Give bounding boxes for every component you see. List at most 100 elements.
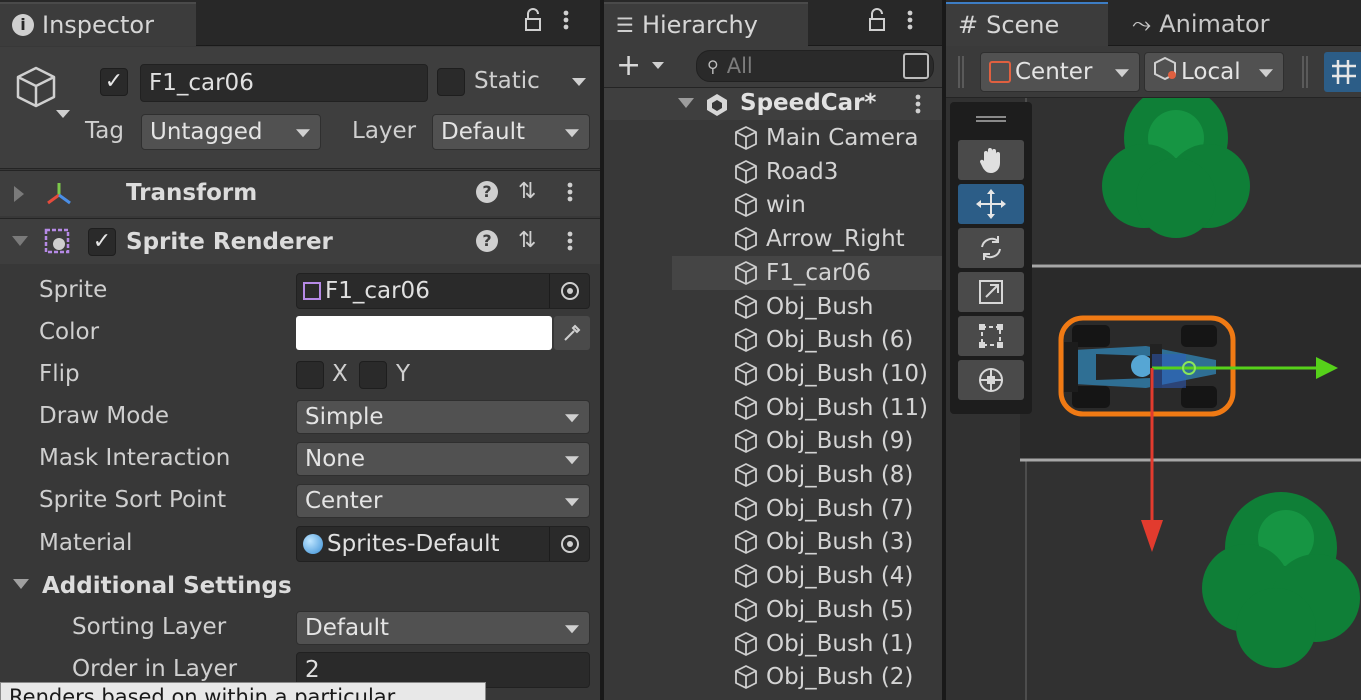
sprite-renderer-enabled-checkbox[interactable]: ✓ <box>88 228 116 256</box>
component-menu-icon[interactable] <box>566 229 574 259</box>
tab-animator[interactable]: ⤳ Animator <box>1132 2 1270 46</box>
flip-x-checkbox[interactable] <box>296 361 324 389</box>
pivot-space-dropdown[interactable]: Local <box>1144 52 1284 92</box>
hierarchy-item-label: Obj_Bush (5) <box>766 597 914 623</box>
hierarchy-item[interactable]: Obj_Bush (10) <box>604 357 942 391</box>
hierarchy-item[interactable]: Obj_Bush (3) <box>604 525 942 559</box>
more-options-icon[interactable] <box>562 8 570 38</box>
sprite-renderer-header[interactable]: ✓ Sprite Renderer ? ⇅ <box>0 218 600 264</box>
presets-icon[interactable]: ⇅ <box>518 228 536 253</box>
hierarchy-item[interactable]: Main Camera <box>604 121 942 155</box>
hierarchy-item[interactable]: Obj_Bush (8) <box>604 458 942 492</box>
grid-snapping-button[interactable] <box>1324 52 1361 92</box>
tab-inspector-label: Inspector <box>42 11 154 39</box>
tab-scene[interactable]: # Scene <box>946 2 1108 46</box>
help-icon[interactable]: ? <box>476 181 498 203</box>
hierarchy-item[interactable]: win <box>604 188 942 222</box>
color-label: Color <box>39 319 100 345</box>
flip-label: Flip <box>39 361 80 387</box>
hierarchy-panel: ☰ Hierarchy + ⚲ All SpeedCar* Main Camer… <box>604 0 942 700</box>
scale-tool-button[interactable] <box>958 272 1024 312</box>
hierarchy-item[interactable]: Obj_Bush (9) <box>604 424 942 458</box>
move-tool-button[interactable] <box>958 184 1024 224</box>
tab-animator-label: Animator <box>1159 10 1270 38</box>
transform-title: Transform <box>126 180 258 206</box>
local-space-icon <box>1153 56 1179 88</box>
tag-label: Tag <box>85 118 124 144</box>
hierarchy-item[interactable]: Obj_Bush (1) <box>604 627 942 661</box>
rotate-tool-button[interactable] <box>958 228 1024 268</box>
hierarchy-item[interactable]: Arrow_Right <box>604 222 942 256</box>
object-picker-icon[interactable] <box>549 274 589 308</box>
object-name-field[interactable]: F1_car06 <box>140 64 428 102</box>
hierarchy-item[interactable]: Road3 <box>604 155 942 189</box>
active-checkbox[interactable]: ✓ <box>100 68 128 96</box>
scene-menu-icon[interactable] <box>914 92 922 122</box>
hierarchy-item-label: win <box>766 192 806 218</box>
hierarchy-item[interactable]: Obj_Bush <box>604 290 942 324</box>
draw-mode-dropdown[interactable]: Simple <box>296 400 590 434</box>
tag-dropdown[interactable]: Untagged <box>141 114 321 150</box>
sprite-field[interactable]: F1_car06 <box>296 273 590 309</box>
hierarchy-item[interactable]: Obj_Bush (6) <box>604 323 942 357</box>
sprite-label: Sprite <box>39 277 108 303</box>
transform-tool-button[interactable] <box>958 360 1024 400</box>
component-menu-icon[interactable] <box>566 180 574 210</box>
help-icon[interactable]: ? <box>476 230 498 252</box>
eyedropper-icon[interactable] <box>554 316 590 350</box>
gameobject-icon <box>735 193 757 217</box>
foldout-expanded-icon[interactable] <box>13 579 29 589</box>
add-dropdown-icon[interactable] <box>652 62 664 69</box>
unity-scene-icon <box>704 92 730 124</box>
pivot-center-icon <box>989 61 1011 83</box>
hierarchy-item[interactable]: Obj_Bush (5) <box>604 593 942 627</box>
flip-x-label: X <box>332 361 348 387</box>
layer-dropdown[interactable]: Default <box>432 114 590 150</box>
static-checkbox[interactable] <box>437 68 465 96</box>
hierarchy-item-label: Obj_Bush (8) <box>766 462 914 488</box>
sort-point-dropdown[interactable]: Center <box>296 484 590 518</box>
hierarchy-tab-tools <box>868 8 914 38</box>
hierarchy-item[interactable]: Obj_Bush (2) <box>604 660 942 694</box>
tab-inspector[interactable]: i Inspector <box>0 2 196 46</box>
animator-icon: ⤳ <box>1132 10 1152 38</box>
inspector-tab-tools <box>524 8 570 38</box>
foldout-expanded-icon[interactable] <box>678 98 694 108</box>
order-in-layer-value: 2 <box>305 657 320 683</box>
presets-icon[interactable]: ⇅ <box>518 179 536 204</box>
hierarchy-item[interactable]: F1_car06 <box>672 256 942 290</box>
foldout-expanded-icon[interactable] <box>12 236 28 246</box>
color-swatch[interactable] <box>296 316 552 350</box>
flip-y-checkbox[interactable] <box>359 361 387 389</box>
pivot-mode-dropdown[interactable]: Center <box>980 52 1140 92</box>
mask-interaction-dropdown[interactable]: None <box>296 442 590 476</box>
lock-icon[interactable] <box>524 8 542 38</box>
foldout-collapsed-icon[interactable] <box>14 186 24 202</box>
hierarchy-item[interactable]: Obj_Bush (11) <box>604 391 942 425</box>
gameobject-icon[interactable] <box>14 64 72 128</box>
gameobject-icon <box>735 362 757 386</box>
tooltip: Renders based on within a particular <box>0 682 486 700</box>
sorting-layer-dropdown[interactable]: Default <box>296 611 590 645</box>
lock-icon[interactable] <box>868 8 886 38</box>
hierarchy-item[interactable]: Obj_Bush (7) <box>604 492 942 526</box>
draw-mode-value: Simple <box>305 404 384 430</box>
hierarchy-search-input[interactable]: ⚲ All <box>696 50 934 82</box>
hierarchy-tabbar: ☰ Hierarchy <box>604 0 942 46</box>
material-field[interactable]: Sprites-Default <box>296 526 590 562</box>
tab-hierarchy[interactable]: ☰ Hierarchy <box>604 2 808 46</box>
more-options-icon[interactable] <box>906 8 914 38</box>
hand-tool-button[interactable] <box>958 140 1024 180</box>
expand-search-icon[interactable] <box>903 53 929 79</box>
tab-scene-label: Scene <box>986 11 1060 39</box>
static-dropdown-icon[interactable] <box>572 78 586 86</box>
rect-tool-button[interactable] <box>958 316 1024 356</box>
scene-name: SpeedCar* <box>740 90 877 116</box>
transform-header[interactable]: Transform ? ⇅ <box>0 170 600 216</box>
object-picker-icon[interactable] <box>549 527 589 561</box>
additional-settings-foldout[interactable]: Additional Settings <box>42 573 292 599</box>
sprite-renderer-icon <box>44 228 72 262</box>
hierarchy-item[interactable]: Obj_Bush (4) <box>604 559 942 593</box>
sprite-value: F1_car06 <box>325 278 430 304</box>
add-icon[interactable]: + <box>616 48 641 83</box>
